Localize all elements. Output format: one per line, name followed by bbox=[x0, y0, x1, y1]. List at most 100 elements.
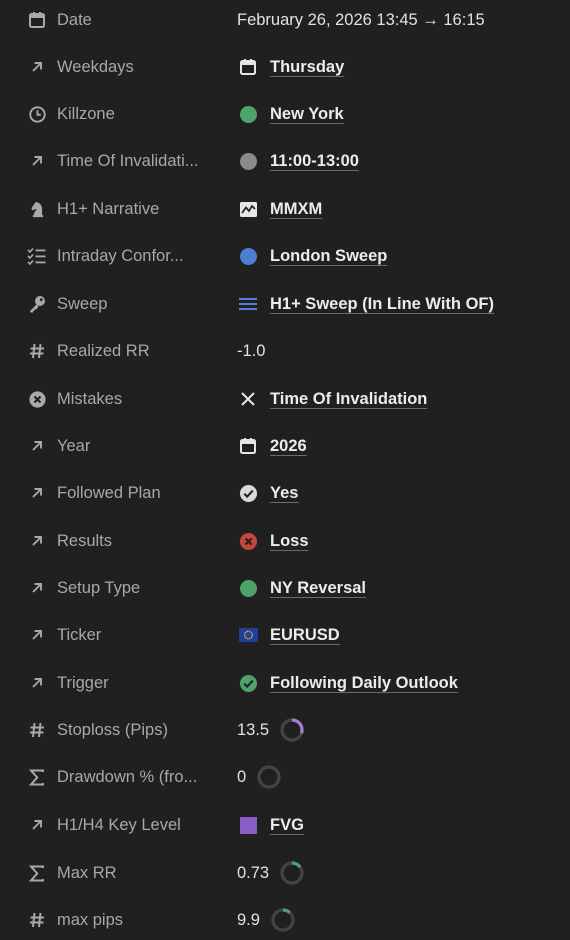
property-label-date[interactable]: Date bbox=[26, 0, 221, 40]
x-icon bbox=[237, 388, 259, 410]
property-value-trigger[interactable]: Following Daily Outlook bbox=[237, 663, 560, 703]
property-value-date[interactable]: February 26, 2026 13:45 → 16:15 bbox=[237, 0, 560, 40]
property-value-max-pips[interactable]: 9.9 bbox=[237, 900, 560, 940]
property-label-intraday-confor[interactable]: Intraday Confor... bbox=[26, 236, 221, 276]
property-value-realized-rr[interactable]: -1.0 bbox=[237, 331, 560, 371]
property-name: H1/H4 Key Level bbox=[57, 815, 181, 834]
property-row-killzone: Killzone New York bbox=[0, 94, 570, 134]
property-label-sweep[interactable]: Sweep bbox=[26, 284, 221, 324]
property-value-max-rr[interactable]: 0.73 bbox=[237, 853, 560, 893]
property-row-setup-type: Setup Type NY Reversal bbox=[0, 568, 570, 608]
property-value-setup-type[interactable]: NY Reversal bbox=[237, 568, 560, 608]
property-name: Killzone bbox=[57, 104, 115, 123]
property-value-stoploss-pips[interactable]: 13.5 bbox=[237, 710, 560, 750]
hash-icon bbox=[26, 340, 48, 362]
property-value-mistakes[interactable]: Time Of Invalidation bbox=[237, 379, 560, 419]
property-label-weekdays[interactable]: Weekdays bbox=[26, 47, 221, 87]
progress-ring bbox=[260, 907, 296, 933]
arrow-up-right-icon bbox=[26, 56, 48, 78]
property-value-text: Loss bbox=[270, 531, 309, 550]
menu-lines-icon bbox=[237, 293, 259, 315]
property-label-realized-rr[interactable]: Realized RR bbox=[26, 331, 221, 371]
property-label-max-rr[interactable]: Max RR bbox=[26, 853, 221, 893]
chess-knight-icon bbox=[26, 198, 48, 220]
property-value-time-of-invalidati[interactable]: 11:00-13:00 bbox=[237, 141, 560, 181]
property-name: Results bbox=[57, 531, 113, 550]
property-label-setup-type[interactable]: Setup Type bbox=[26, 568, 221, 608]
property-value-sweep[interactable]: H1+ Sweep (In Line With OF) bbox=[237, 284, 560, 324]
property-value-text: London Sweep bbox=[270, 246, 388, 265]
property-row-max-pips: max pips 9.9 bbox=[0, 900, 570, 940]
property-value-weekdays[interactable]: Thursday bbox=[237, 47, 560, 87]
property-value-killzone[interactable]: New York bbox=[237, 94, 560, 134]
property-row-intraday-confor: Intraday Confor... London Sweep bbox=[0, 236, 570, 276]
hash-icon bbox=[26, 719, 48, 741]
property-row-max-rr: Max RR 0.73 bbox=[0, 853, 570, 893]
property-row-followed-plan: Followed Plan Yes bbox=[0, 473, 570, 513]
property-name: Max RR bbox=[57, 863, 117, 882]
property-label-time-of-invalidati[interactable]: Time Of Invalidati... bbox=[26, 141, 221, 181]
property-name: Intraday Confor... bbox=[57, 246, 184, 265]
property-value-text: NY Reversal bbox=[270, 578, 367, 597]
arrow-up-right-icon bbox=[26, 624, 48, 646]
property-value-text: MMXM bbox=[270, 199, 323, 218]
property-label-drawdown-fro[interactable]: Drawdown % (fro... bbox=[26, 757, 221, 797]
arrow-up-right-icon bbox=[26, 435, 48, 457]
property-label-h1-narrative[interactable]: H1+ Narrative bbox=[26, 189, 221, 229]
property-row-results: Results Loss bbox=[0, 521, 570, 561]
property-value-h1-narrative[interactable]: MMXM bbox=[237, 189, 560, 229]
property-row-ticker: Ticker EURUSD bbox=[0, 615, 570, 655]
sigma-icon bbox=[26, 862, 48, 884]
property-label-stoploss-pips[interactable]: Stoploss (Pips) bbox=[26, 710, 221, 750]
chart-line-icon bbox=[237, 198, 259, 220]
arrow-up-right-icon bbox=[26, 814, 48, 836]
property-value-text: 11:00-13:00 bbox=[270, 151, 359, 170]
property-value-drawdown-fro[interactable]: 0 bbox=[237, 757, 560, 797]
property-value-text: February 26, 2026 13:45 → 16:15 bbox=[237, 10, 485, 29]
property-row-date: Date February 26, 2026 13:45 → 16:15 bbox=[0, 0, 570, 40]
property-row-year: Year 2026 bbox=[0, 426, 570, 466]
property-name: Followed Plan bbox=[57, 483, 161, 502]
property-name: Drawdown % (fro... bbox=[57, 767, 198, 786]
property-row-h1-narrative: H1+ Narrative MMXM bbox=[0, 189, 570, 229]
property-value-results[interactable]: Loss bbox=[237, 521, 560, 561]
arrow-up-right-icon bbox=[26, 672, 48, 694]
property-label-killzone[interactable]: Killzone bbox=[26, 94, 221, 134]
property-value-text: 9.9 bbox=[237, 910, 260, 929]
property-name: Date bbox=[57, 10, 92, 29]
property-value-ticker[interactable]: EURUSD bbox=[237, 615, 560, 655]
hash-icon bbox=[26, 909, 48, 931]
property-name: Mistakes bbox=[57, 389, 123, 408]
property-label-mistakes[interactable]: Mistakes bbox=[26, 379, 221, 419]
property-value-text: Thursday bbox=[270, 57, 345, 76]
arrow-up-right-icon bbox=[26, 530, 48, 552]
property-label-followed-plan[interactable]: Followed Plan bbox=[26, 473, 221, 513]
property-value-followed-plan[interactable]: Yes bbox=[237, 473, 560, 513]
check-circle-icon bbox=[237, 482, 259, 504]
property-name: Sweep bbox=[57, 294, 108, 313]
property-label-results[interactable]: Results bbox=[26, 521, 221, 561]
arrow-up-right-icon bbox=[26, 150, 48, 172]
property-label-trigger[interactable]: Trigger bbox=[26, 663, 221, 703]
property-name: Stoploss (Pips) bbox=[57, 720, 168, 739]
property-value-text: -1.0 bbox=[237, 341, 266, 360]
property-label-year[interactable]: Year bbox=[26, 426, 221, 466]
calendar-icon bbox=[26, 9, 48, 31]
property-value-h1-h4-key-level[interactable]: FVG bbox=[237, 805, 560, 845]
property-name: Realized RR bbox=[57, 341, 150, 360]
status-dot-icon bbox=[237, 577, 259, 599]
property-label-max-pips[interactable]: max pips bbox=[26, 900, 221, 940]
property-value-year[interactable]: 2026 bbox=[237, 426, 560, 466]
arrow-up-right-icon bbox=[26, 577, 48, 599]
property-name: Weekdays bbox=[57, 57, 134, 76]
property-label-h1-h4-key-level[interactable]: H1/H4 Key Level bbox=[26, 805, 221, 845]
status-dot-icon bbox=[237, 245, 259, 267]
property-row-sweep: Sweep H1+ Sweep (In Line With OF) bbox=[0, 284, 570, 324]
property-row-trigger: Trigger Following Daily Outlook bbox=[0, 663, 570, 703]
property-label-ticker[interactable]: Ticker bbox=[26, 615, 221, 655]
key-icon bbox=[26, 293, 48, 315]
property-value-intraday-confor[interactable]: London Sweep bbox=[237, 236, 560, 276]
property-name: Setup Type bbox=[57, 578, 141, 597]
clock-icon bbox=[26, 103, 48, 125]
property-value-text: 13.5 bbox=[237, 720, 270, 739]
